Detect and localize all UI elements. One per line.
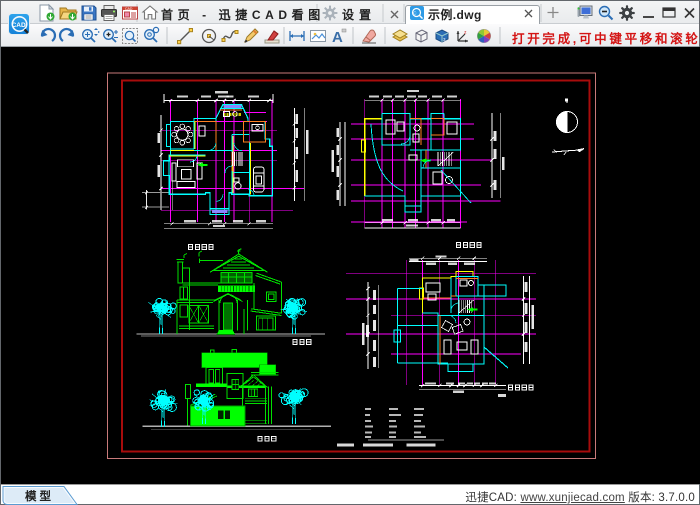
svg-text:CAD: CAD	[12, 22, 26, 29]
svg-text:A: A	[332, 29, 343, 46]
svg-text:z: z	[464, 30, 467, 36]
